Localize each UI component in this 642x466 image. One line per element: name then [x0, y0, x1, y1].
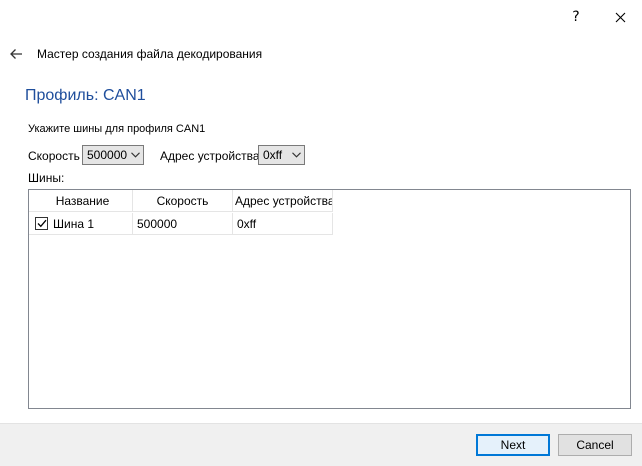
- checkmark-icon: [37, 219, 46, 228]
- cancel-button[interactable]: Cancel: [558, 434, 632, 456]
- buses-label: Шины:: [28, 171, 65, 185]
- instruction-text: Укажите шины для профиля CAN1: [28, 123, 206, 135]
- close-button[interactable]: [598, 6, 642, 28]
- table-cell-name: Шина 1: [29, 213, 133, 235]
- help-button[interactable]: ?: [554, 6, 598, 28]
- chevron-down-icon: [288, 152, 304, 158]
- close-icon: [615, 12, 625, 22]
- back-arrow-icon: [10, 49, 22, 59]
- address-select-value: 0xff: [263, 148, 283, 162]
- speed-label: Скорость: [28, 149, 80, 163]
- table-header: Название Скорость Адрес устройства: [29, 190, 333, 212]
- back-button[interactable]: [8, 46, 24, 62]
- table-cell-speed: 500000: [133, 213, 233, 235]
- address-select[interactable]: 0xff: [258, 145, 305, 165]
- address-label: Адрес устройства: [160, 149, 260, 163]
- speed-select-value: 500000: [87, 148, 128, 162]
- buses-table[interactable]: Название Скорость Адрес устройства Шина …: [28, 189, 631, 409]
- table-row[interactable]: Шина 1 500000 0xff: [29, 213, 333, 235]
- speed-select[interactable]: 500000: [82, 145, 144, 165]
- bus-name: Шина 1: [53, 216, 95, 231]
- page-title: Профиль: CAN1: [25, 87, 146, 104]
- next-button[interactable]: Next: [476, 434, 550, 456]
- wizard-title: Мастер создания файла декодирования: [37, 47, 263, 61]
- column-header-speed[interactable]: Скорость: [133, 190, 233, 212]
- footer-bar: Next Cancel: [0, 423, 642, 466]
- title-bar-controls: ?: [554, 6, 642, 28]
- column-header-name[interactable]: Название: [29, 190, 133, 212]
- chevron-down-icon: [127, 152, 143, 158]
- table-cell-address: 0xff: [233, 213, 333, 235]
- row-checkbox[interactable]: [35, 217, 48, 230]
- column-header-address[interactable]: Адрес устройства: [233, 190, 333, 212]
- wizard-header: Мастер создания файла декодирования: [8, 44, 262, 64]
